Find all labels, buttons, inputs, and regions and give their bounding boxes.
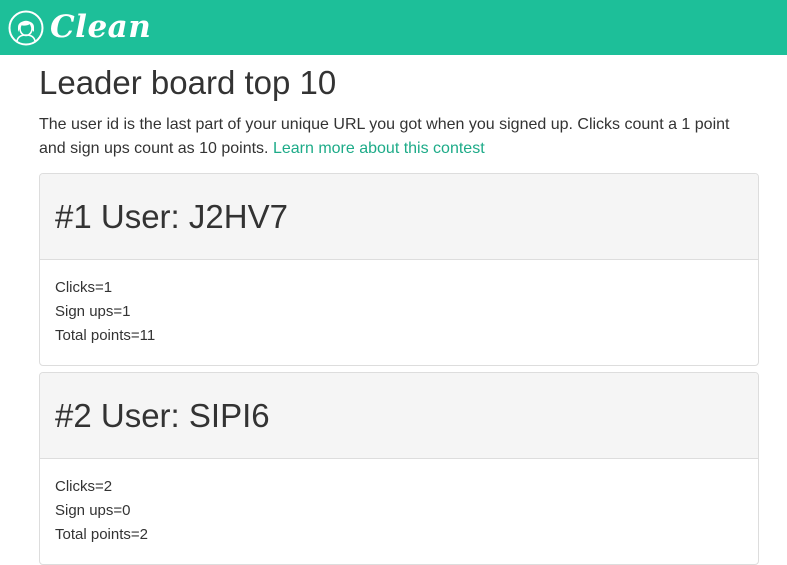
total-points-stat: Total points=11 — [55, 327, 156, 344]
clicks-stat: Clicks=1 — [55, 279, 113, 296]
leader-card: #2 User: SIPI6 Clicks=2 Sign ups=0 Total… — [39, 372, 759, 565]
main-content: Leader board top 10 The user id is the l… — [39, 55, 759, 565]
total-points-stat: Total points=2 — [55, 526, 148, 543]
top-navbar: Clean — [0, 0, 787, 55]
leader-card-body: Clicks=2 Sign ups=0 Total points=2 — [40, 459, 758, 564]
leader-card-header: #2 User: SIPI6 — [40, 373, 758, 459]
woman-face-icon — [8, 10, 44, 45]
signups-stat: Sign ups=1 — [55, 303, 131, 320]
leader-card: #1 User: J2HV7 Clicks=1 Sign ups=1 Total… — [39, 173, 759, 366]
intro-paragraph: The user id is the last part of your uni… — [39, 113, 759, 161]
brand-logo-link[interactable]: Clean — [8, 10, 151, 46]
leader-card-body: Clicks=1 Sign ups=1 Total points=11 — [40, 260, 758, 365]
clicks-stat: Clicks=2 — [55, 478, 113, 495]
leader-card-header: #1 User: J2HV7 — [40, 174, 758, 260]
signups-stat: Sign ups=0 — [55, 502, 131, 519]
page-title: Leader board top 10 — [39, 64, 337, 101]
leader-heading: #2 User: SIPI6 — [55, 396, 270, 434]
learn-more-link[interactable]: Learn more about this contest — [273, 140, 485, 157]
leader-heading: #1 User: J2HV7 — [55, 197, 288, 235]
brand-name: Clean — [50, 9, 152, 45]
